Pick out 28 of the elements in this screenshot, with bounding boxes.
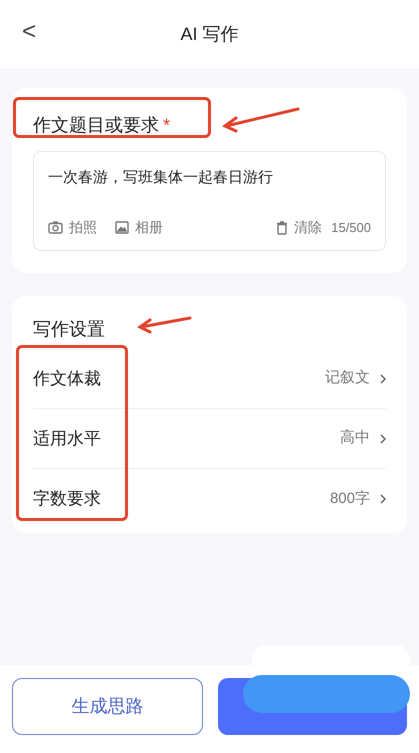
setting-row[interactable]: 作文体裁 记叙文 [33,349,386,409]
chevron-right-icon [380,494,386,504]
back-button[interactable]: < [18,20,40,44]
trash-icon [276,220,288,234]
upload-button[interactable]: 拍照 [48,217,97,238]
settings-title: 写作设置 [33,318,105,341]
image-icon [115,221,129,234]
annotation-arrow [137,314,192,334]
setting-value: 记叙文 [325,368,370,388]
page-title: AI 写作 [180,22,238,46]
char-count: 15/500 [331,218,371,237]
topic-text: 一次春游，写班集体一起春日游行 [48,168,274,188]
camera-icon [48,221,63,234]
setting-label: 作文体裁 [33,368,101,390]
topic-input-field[interactable]: 一次春游，写班集体一起春日游行 拍照 相册 清除 15/500 [33,151,386,251]
chevron-right-icon [380,434,386,444]
chevron-right-icon [380,374,386,384]
generate-ideas-button[interactable]: 生成思路 [12,678,203,735]
setting-row[interactable]: 适用水平 高中 [33,409,386,469]
clear-button[interactable]: 清除 [276,217,322,238]
required-mark: * [163,114,170,137]
topic-label: 作文题目或要求 [33,114,159,137]
setting-label: 字数要求 [33,488,101,510]
setting-value: 高中 [340,428,370,448]
upload-button[interactable]: 相册 [115,217,163,238]
setting-row[interactable]: 字数要求 800字 [33,469,386,529]
setting-value: 800字 [330,488,370,509]
setting-label: 适用水平 [33,428,101,450]
